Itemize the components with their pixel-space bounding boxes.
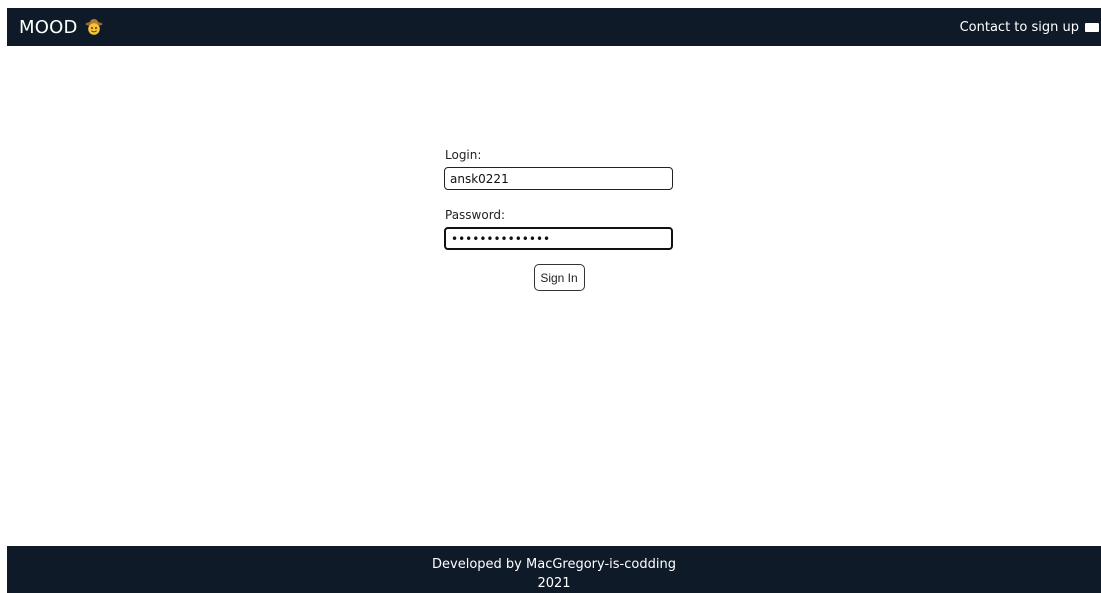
- contact-label: Contact to sign up: [959, 19, 1079, 35]
- footer: Developed by MacGregory-is-codding 2021: [7, 546, 1101, 593]
- footer-year: 2021: [537, 576, 571, 591]
- envelope-icon: [1085, 22, 1099, 32]
- top-navbar: MOOD Contact to sign up: [7, 8, 1101, 46]
- login-label: Login:: [445, 148, 482, 162]
- login-form: Login: Password: Sign In: [444, 148, 674, 291]
- page: MOOD Contact to sign up Login: Password:: [0, 0, 1101, 593]
- cowboy-face-icon: [85, 18, 103, 36]
- login-input[interactable]: [444, 167, 673, 190]
- footer-credit: Developed by MacGregory-is-codding: [432, 557, 676, 572]
- brand[interactable]: MOOD: [19, 17, 103, 38]
- contact-to-sign-up-link[interactable]: Contact to sign up: [960, 20, 1101, 35]
- brand-title: MOOD: [19, 16, 78, 38]
- password-input[interactable]: [444, 227, 673, 250]
- sign-in-button[interactable]: Sign In: [533, 264, 585, 291]
- password-label: Password:: [445, 208, 506, 222]
